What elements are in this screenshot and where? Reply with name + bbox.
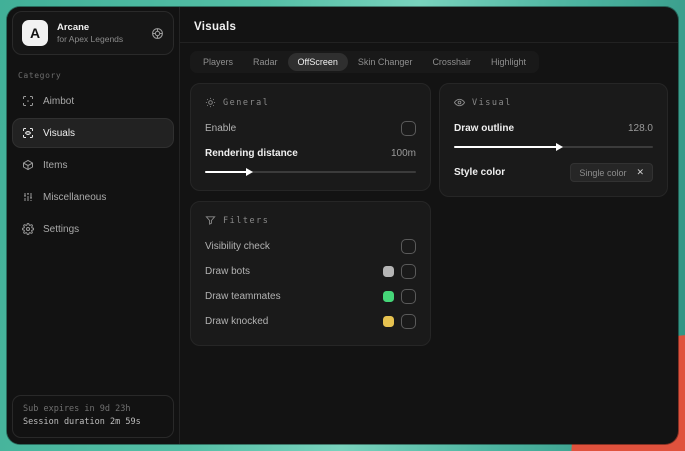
visual-panel-title: Visual [472,97,512,108]
rendering-distance-slider[interactable] [205,167,416,177]
filters-panel-title: Filters [223,215,270,226]
draw-outline-value: 128.0 [627,123,653,134]
draw-teammates-checkbox[interactable] [401,289,416,304]
filters-panel-header: Filters [205,215,416,226]
style-color-label: Style color [454,167,506,178]
sidebar-item-label: Miscellaneous [43,191,107,203]
general-panel-header: General [205,97,416,108]
tab-offscreen[interactable]: OffScreen [287,53,348,71]
app-logo: A [22,20,48,46]
sliders-icon [22,191,34,203]
style-color-value: Single color [579,167,627,178]
sidebar-item-settings[interactable]: Settings [12,214,174,244]
draw-outline-label: Draw outline [454,123,515,134]
enable-checkbox[interactable] [401,121,416,136]
draw-bots-checkbox[interactable] [401,264,416,279]
style-color-select[interactable]: Single color ✕ [570,163,653,182]
app-titles: Arcane for Apex Legends [57,22,142,45]
visual-panel-header: Visual [454,97,653,108]
crosshair-icon [22,95,34,107]
draw-knocked-label: Draw knocked [205,316,269,327]
sidebar-item-label: Visuals [43,127,76,139]
draw-bots-color-swatch[interactable] [383,266,394,277]
tab-radar[interactable]: Radar [243,53,288,71]
draw-teammates-color-swatch[interactable] [383,291,394,302]
draw-teammates-label: Draw teammates [205,291,281,302]
eye-scan-icon [22,127,34,139]
content-area: General Enable Rendering distance 100m F… [180,73,678,346]
app-header-card: A Arcane for Apex Legends [12,11,174,55]
session-duration-text: Session duration 2m 59s [23,417,141,428]
draw-knocked-checkbox[interactable] [401,314,416,329]
draw-outline-row: Draw outline 128.0 [454,118,653,139]
enable-row: Enable [205,118,416,139]
main-panel: Visuals Players Radar OffScreen Skin Cha… [180,7,678,444]
visibility-check-label: Visibility check [205,241,270,252]
app-subtitle: for Apex Legends [57,33,124,44]
sidebar-item-miscellaneous[interactable]: Miscellaneous [12,182,174,212]
enable-label: Enable [205,123,237,134]
sidebar-item-visuals[interactable]: Visuals [12,118,174,148]
tab-highlight[interactable]: Highlight [481,53,536,71]
app-window: A Arcane for Apex Legends Category Aimbo [7,7,678,444]
visual-panel: Visual Draw outline 128.0 Style color Si… [439,83,668,197]
tab-players[interactable]: Players [193,53,243,71]
sidebar-item-label: Aimbot [43,95,75,107]
draw-outline-slider[interactable] [454,142,653,152]
visibility-check-checkbox[interactable] [401,239,416,254]
tab-skin-changer[interactable]: Skin Changer [348,53,423,71]
subscription-footer: Sub expires in 9d 23h Session duration 2… [12,394,174,438]
app-name: Arcane [57,21,90,33]
sidebar: A Arcane for Apex Legends Category Aimbo [7,7,180,444]
page-title: Visuals [194,21,237,33]
sub-expires-text: Sub expires in 9d 23h [23,403,131,414]
sidebar-item-aimbot[interactable]: Aimbot [12,86,174,116]
sidebar-item-items[interactable]: Items [12,150,174,180]
tab-crosshair[interactable]: Crosshair [422,53,481,71]
main-header: Visuals [180,7,678,42]
sun-icon [205,97,216,108]
rendering-distance-row: Rendering distance 100m [205,143,416,164]
draw-bots-row: Draw bots [205,261,416,282]
visibility-check-row: Visibility check [205,236,416,257]
slider-fill-thumb[interactable] [205,171,248,173]
general-panel-title: General [223,97,270,108]
lifebuoy-support-icon[interactable] [151,27,164,40]
rendering-distance-value: 100m [390,148,416,159]
slider-fill-thumb[interactable] [454,146,558,148]
sidebar-item-label: Items [43,159,68,171]
gear-icon [22,223,34,235]
draw-bots-label: Draw bots [205,266,251,277]
funnel-icon [205,215,216,226]
cube-icon [22,159,34,171]
filters-panel: Filters Visibility check Draw bots Draw … [190,201,431,346]
style-color-row: Style color Single color ✕ [454,162,653,183]
general-panel: General Enable Rendering distance 100m [190,83,431,191]
category-label: Category [18,71,62,80]
close-icon[interactable]: ✕ [636,167,644,178]
header-divider [180,42,678,43]
draw-knocked-color-swatch[interactable] [383,316,394,327]
eye-icon [454,97,465,108]
tabs-bar: Players Radar OffScreen Skin Changer Cro… [190,51,539,73]
rendering-distance-label: Rendering distance [205,148,298,159]
draw-teammates-row: Draw teammates [205,286,416,307]
draw-knocked-row: Draw knocked [205,311,416,332]
sidebar-item-label: Settings [43,223,80,235]
